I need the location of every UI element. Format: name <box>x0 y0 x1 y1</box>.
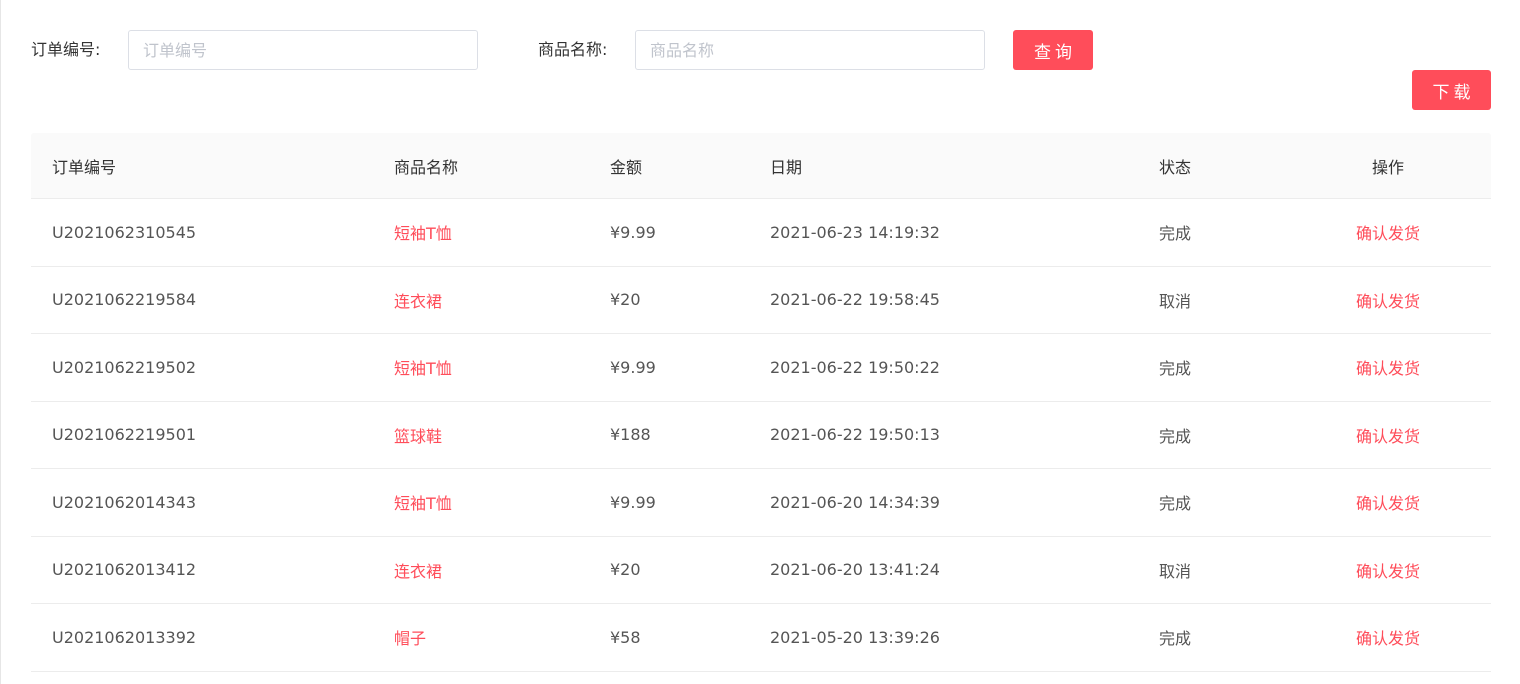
product-name-cell[interactable]: 短袖T恤 <box>394 199 452 266</box>
product-name-cell[interactable]: 短袖T恤 <box>394 469 452 536</box>
download-button[interactable]: 下载 <box>1412 70 1491 110</box>
order-number-cell: U2021062219502 <box>52 357 197 377</box>
table-header: 订单编号 商品名称 金额 日期 状态 操作 <box>31 133 1491 199</box>
confirm-shipment-text[interactable]: 确认发货 <box>1356 355 1420 379</box>
table-row: U2021062310545 短袖T恤 ¥9.99 2021-06-23 14:19:… <box>31 199 1491 267</box>
order-number-cell: U2021062014343 <box>52 492 197 512</box>
table-row: U2021062219501 篮球鞋 ¥188 2021-06-22 19:50:13… <box>31 402 1491 469</box>
status-cell: 完成 <box>1159 224 1192 244</box>
date-cell: 2021-06-20 13:41:24 <box>770 560 940 580</box>
amount-cell: ¥9.99 <box>610 222 656 242</box>
table-row: U2021062219584 连衣裙 ¥20 2021-06-22 19:58:45 取… <box>31 267 1491 334</box>
confirm-shipment-text[interactable]: 确认发货 <box>1356 423 1420 447</box>
date-cell: 2021-06-20 14:34:39 <box>770 492 940 512</box>
confirm-shipment-text[interactable]: 确认发货 <box>1356 558 1420 582</box>
date-cell: 2021-06-22 19:58:45 <box>770 290 940 310</box>
product-name-cell[interactable]: 帽子 <box>394 604 426 671</box>
amount-cell: ¥9.99 <box>610 357 656 377</box>
order-number-cell: U2021062219584 <box>52 290 197 310</box>
date-cell: 2021-05-20 13:39:26 <box>770 627 940 647</box>
table-body: U2021062310545 短袖T恤 ¥9.99 2021-06-23 14:19:… <box>31 199 1491 672</box>
confirm-shipment-text[interactable]: 确认发货 <box>1356 625 1420 649</box>
date-cell: 2021-06-22 19:50:22 <box>770 357 940 377</box>
confirm-shipment-text[interactable]: 确认发货 <box>1356 288 1420 312</box>
date-cell: 2021-06-23 14:19:32 <box>770 222 940 242</box>
status-cell: 完成 <box>1159 629 1192 649</box>
status-cell: 取消 <box>1159 291 1192 311</box>
table-row: U2021062014343 短袖T恤 ¥9.99 2021-06-20 14:34:… <box>31 469 1491 537</box>
amount-cell: ¥20 <box>610 290 641 310</box>
order-number-input[interactable] <box>128 30 478 70</box>
product-name-label: 商品名称: <box>538 40 608 59</box>
order-management-page: 订单编号: 商品名称: 查询 下载 订单编号 商品名称 金额 日期 状态 操作 … <box>0 0 1520 684</box>
product-name-input[interactable] <box>635 30 985 70</box>
header-status: 状态 <box>1159 157 1192 177</box>
amount-cell: ¥9.99 <box>610 492 656 512</box>
header-product-name: 商品名称 <box>394 157 459 177</box>
confirm-shipment-text[interactable]: 确认发货 <box>1356 490 1420 514</box>
status-cell: 完成 <box>1159 359 1192 379</box>
amount-cell: ¥20 <box>610 560 641 580</box>
order-number-cell: U2021062013412 <box>52 560 197 580</box>
table-row: U2021062013392 帽子 ¥58 2021-05-20 13:39:26 完成… <box>31 604 1491 672</box>
product-name-cell[interactable]: 连衣裙 <box>394 267 442 334</box>
status-cell: 完成 <box>1159 494 1192 514</box>
product-name-cell[interactable]: 短袖T恤 <box>394 334 452 401</box>
order-number-label: 订单编号: <box>31 40 101 59</box>
product-name-cell[interactable]: 篮球鞋 <box>394 402 442 469</box>
order-number-cell: U2021062219501 <box>52 425 197 445</box>
amount-cell: ¥58 <box>610 627 641 647</box>
confirm-shipment-text[interactable]: 确认发货 <box>1356 220 1420 244</box>
date-cell: 2021-06-22 19:50:13 <box>770 425 940 445</box>
header-order-number: 订单编号 <box>52 157 117 177</box>
amount-cell: ¥188 <box>610 425 651 445</box>
status-cell: 完成 <box>1159 426 1192 446</box>
table-row: U2021062013412 连衣裙 ¥20 2021-06-20 13:41:24 取… <box>31 537 1491 604</box>
order-number-cell: U2021062310545 <box>52 222 197 242</box>
order-number-cell: U2021062013392 <box>52 627 197 647</box>
product-name-cell[interactable]: 连衣裙 <box>394 537 442 604</box>
header-amount: 金额 <box>610 157 643 177</box>
status-cell: 取消 <box>1159 561 1192 581</box>
orders-table: 订单编号 商品名称 金额 日期 状态 操作 U2021062310545 短袖T恤… <box>31 133 1491 672</box>
query-button[interactable]: 查询 <box>1013 30 1093 70</box>
header-date: 日期 <box>770 157 803 177</box>
table-row: U2021062219502 短袖T恤 ¥9.99 2021-06-22 19:50:… <box>31 334 1491 402</box>
